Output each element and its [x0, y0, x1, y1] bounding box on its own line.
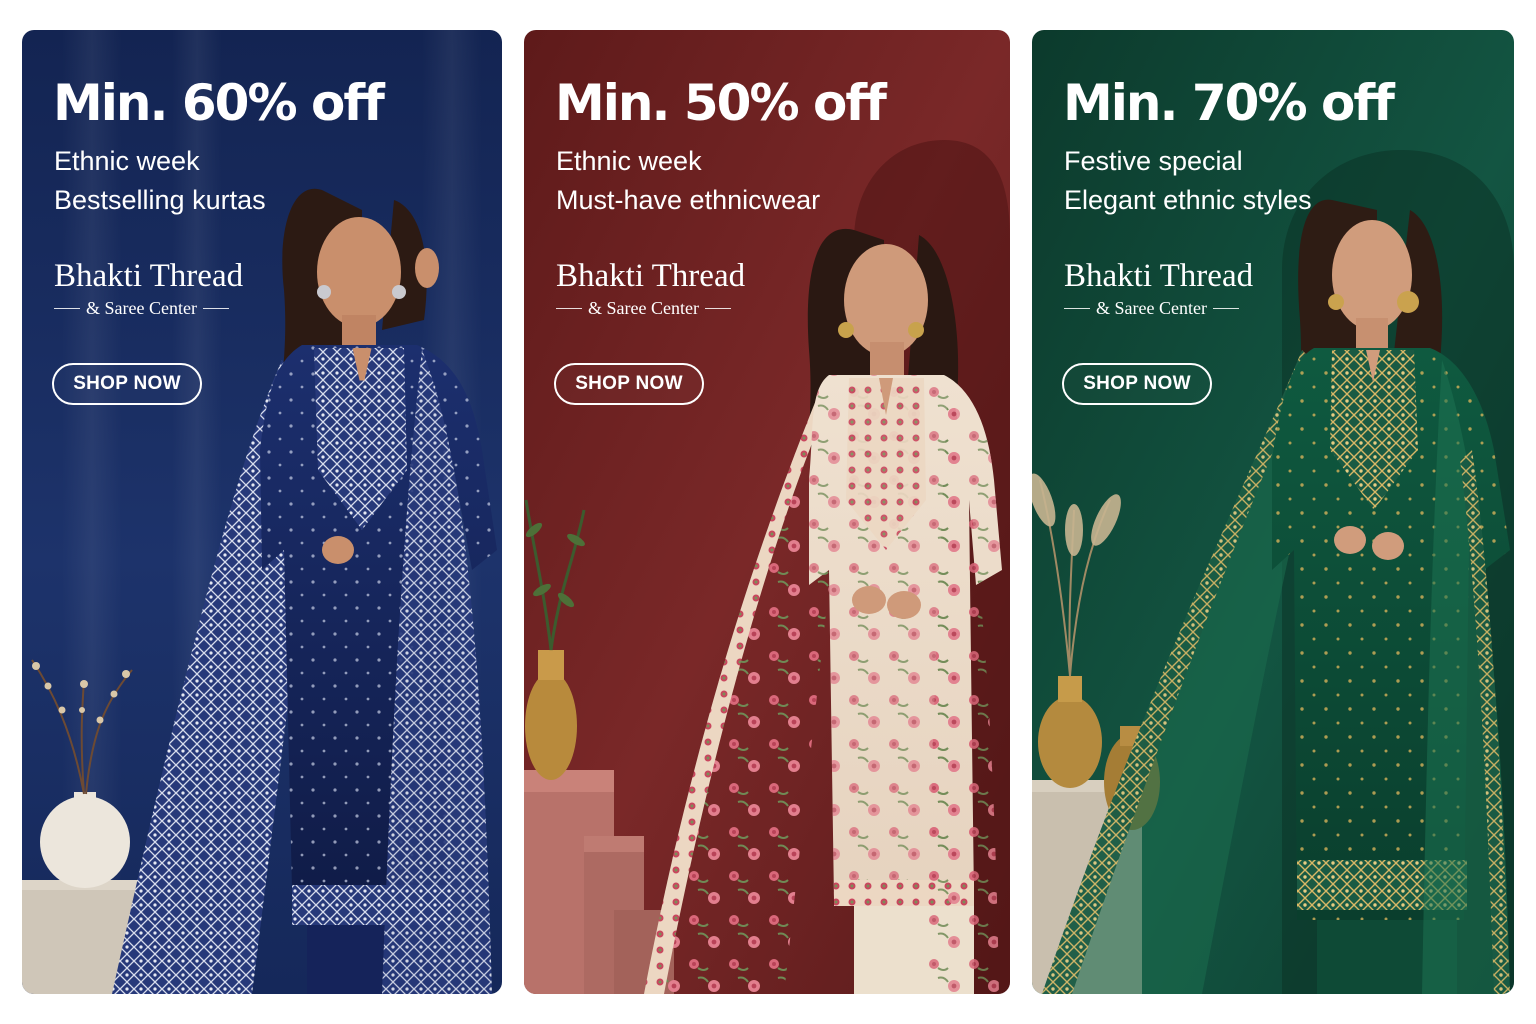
- divider: [202, 307, 229, 309]
- brand-logo: Bhakti Thread & Saree Center: [54, 256, 254, 318]
- divider: [556, 307, 582, 309]
- brand-name: Bhakti Thread: [1064, 258, 1254, 294]
- brand-tagline-text: & Saree Center: [588, 298, 699, 318]
- divider: [54, 307, 80, 309]
- banner-subtitle: Ethnic week: [54, 146, 200, 176]
- divider: [1212, 307, 1239, 309]
- divider: [704, 307, 731, 309]
- shop-now-button[interactable]: SHOP NOW: [1062, 363, 1212, 405]
- banner-description: Elegant ethnic styles: [1064, 185, 1312, 215]
- promo-banner-2[interactable]: Min. 50% off Ethnic week Must-have ethni…: [524, 30, 1010, 994]
- brand-name: Bhakti Thread: [556, 258, 746, 294]
- banner-carousel: Min. 60% off Ethnic week Bestselling kur…: [0, 0, 1536, 1024]
- divider: [1064, 307, 1090, 309]
- discount-headline: Min. 60% off: [53, 74, 385, 132]
- brand-logo: Bhakti Thread & Saree Center: [556, 256, 756, 318]
- discount-headline: Min. 50% off: [555, 74, 887, 132]
- shop-now-button[interactable]: SHOP NOW: [554, 363, 704, 405]
- banner-subtitle: Festive special: [1064, 146, 1243, 176]
- banner-description: Must-have ethnicwear: [556, 185, 821, 215]
- banner-description: Bestselling kurtas: [54, 185, 266, 215]
- brand-tagline-text: & Saree Center: [1096, 298, 1207, 318]
- brand-tagline: & Saree Center: [1064, 298, 1252, 318]
- shop-now-button[interactable]: SHOP NOW: [52, 363, 202, 405]
- promo-banner-1[interactable]: Min. 60% off Ethnic week Bestselling kur…: [22, 30, 502, 994]
- brand-tagline: & Saree Center: [556, 298, 744, 318]
- promo-banner-3[interactable]: Min. 70% off Festive special Elegant eth…: [1032, 30, 1514, 994]
- banner-subtitle: Ethnic week: [556, 146, 702, 176]
- brand-tagline: & Saree Center: [54, 298, 242, 318]
- discount-headline: Min. 70% off: [1063, 74, 1395, 132]
- brand-logo: Bhakti Thread & Saree Center: [1064, 256, 1264, 318]
- brand-tagline-text: & Saree Center: [86, 298, 197, 318]
- brand-name: Bhakti Thread: [54, 258, 244, 294]
